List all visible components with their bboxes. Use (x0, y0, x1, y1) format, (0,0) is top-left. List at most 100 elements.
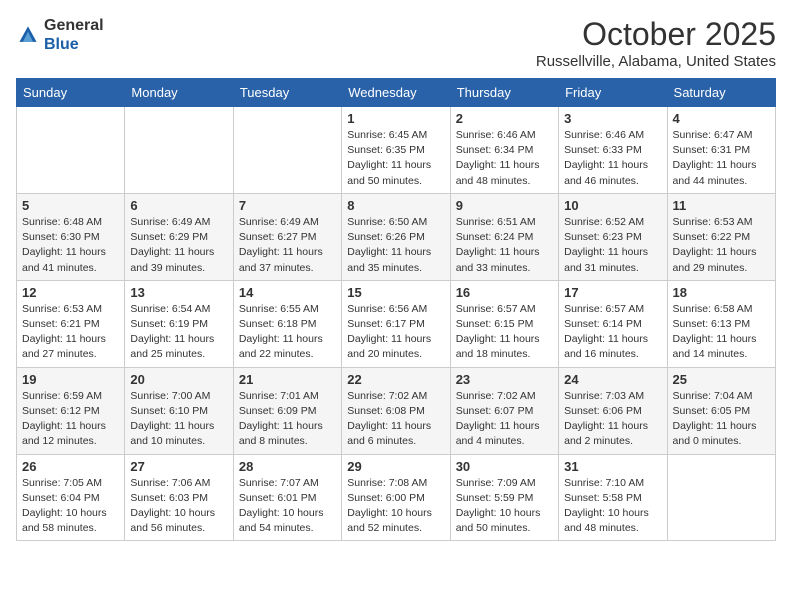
day-number: 23 (456, 372, 553, 387)
day-cell: 7 Sunrise: 6:49 AMSunset: 6:27 PMDaylight… (233, 193, 341, 280)
day-cell: 24Sunrise: 7:03 AMSunset: 6:06 PMDayligh… (559, 367, 667, 454)
day-cell: 13Sunrise: 6:54 AMSunset: 6:19 PMDayligh… (125, 280, 233, 367)
week-row-3: 12Sunrise: 6:53 AMSunset: 6:21 PMDayligh… (17, 280, 776, 367)
week-row-2: 5Sunrise: 6:48 AMSunset: 6:30 PMDaylight… (17, 193, 776, 280)
day-cell: 23 Sunrise: 7:02 AMSunset: 6:07 PMDayligh… (450, 367, 558, 454)
weekday-header-row: SundayMondayTuesdayWednesdayThursdayFrid… (17, 79, 776, 107)
day-number: 31 (564, 459, 661, 474)
weekday-header-saturday: Saturday (667, 79, 775, 107)
day-number: 8 (347, 198, 444, 213)
weekday-header-monday: Monday (125, 79, 233, 107)
day-number: 25 (673, 372, 770, 387)
day-cell: 6 Sunrise: 6:49 AMSunset: 6:29 PMDaylight… (125, 193, 233, 280)
day-info: Sunrise: 6:50 AMSunset: 6:26 PMDaylight:… (347, 215, 444, 276)
day-number: 16 (456, 285, 553, 300)
day-info: Sunrise: 7:10 AMSunset: 5:58 PMDaylight:… (564, 476, 661, 537)
day-info: Sunrise: 7:02 AMSunset: 6:08 PMDaylight:… (347, 389, 444, 450)
day-info: Sunrise: 6:58 AMSunset: 6:13 PMDaylight:… (673, 302, 770, 363)
day-info: Sunrise: 7:07 AMSunset: 6:01 PMDaylight:… (239, 476, 336, 537)
day-info: Sunrise: 6:48 AMSunset: 6:30 PMDaylight:… (22, 215, 119, 276)
day-cell: 16 Sunrise: 6:57 AMSunset: 6:15 PMDayligh… (450, 280, 558, 367)
logo-text: General Blue (44, 16, 104, 54)
day-cell: 10Sunrise: 6:52 AMSunset: 6:23 PMDayligh… (559, 193, 667, 280)
day-cell (125, 107, 233, 194)
day-number: 7 (239, 198, 336, 213)
day-number: 11 (673, 198, 770, 213)
weekday-header-thursday: Thursday (450, 79, 558, 107)
day-cell (667, 454, 775, 541)
day-number: 13 (130, 285, 227, 300)
day-cell: 2Sunrise: 6:46 AMSunset: 6:34 PMDaylight… (450, 107, 558, 194)
day-number: 19 (22, 372, 119, 387)
day-info: Sunrise: 6:49 AMSunset: 6:27 PMDaylight:… (239, 215, 336, 276)
week-row-4: 19 Sunrise: 6:59 AMSunset: 6:12 PMDayligh… (17, 367, 776, 454)
day-cell: 28Sunrise: 7:07 AMSunset: 6:01 PMDayligh… (233, 454, 341, 541)
title-section: October 2025 Russellville, Alabama, Unit… (536, 16, 776, 70)
day-info: Sunrise: 6:59 AMSunset: 6:12 PMDaylight:… (22, 389, 119, 450)
calendar-table: SundayMondayTuesdayWednesdayThursdayFrid… (16, 78, 776, 541)
weekday-header-friday: Friday (559, 79, 667, 107)
day-cell: 22 Sunrise: 7:02 AMSunset: 6:08 PMDayligh… (342, 367, 450, 454)
day-info: Sunrise: 6:57 AMSunset: 6:15 PMDaylight:… (456, 302, 553, 363)
day-info: Sunrise: 6:57 AMSunset: 6:14 PMDaylight:… (564, 302, 661, 363)
day-info: Sunrise: 7:08 AMSunset: 6:00 PMDaylight:… (347, 476, 444, 537)
day-number: 9 (456, 198, 553, 213)
day-cell: 29 Sunrise: 7:08 AMSunset: 6:00 PMDayligh… (342, 454, 450, 541)
day-info: Sunrise: 6:46 AMSunset: 6:33 PMDaylight:… (564, 128, 661, 189)
day-info: Sunrise: 7:01 AMSunset: 6:09 PMDaylight:… (239, 389, 336, 450)
day-cell: 5Sunrise: 6:48 AMSunset: 6:30 PMDaylight… (17, 193, 125, 280)
day-cell (17, 107, 125, 194)
day-cell: 8 Sunrise: 6:50 AMSunset: 6:26 PMDaylight… (342, 193, 450, 280)
day-number: 12 (22, 285, 119, 300)
day-cell: 12Sunrise: 6:53 AMSunset: 6:21 PMDayligh… (17, 280, 125, 367)
day-cell: 9 Sunrise: 6:51 AMSunset: 6:24 PMDaylight… (450, 193, 558, 280)
day-number: 10 (564, 198, 661, 213)
day-cell (233, 107, 341, 194)
day-info: Sunrise: 6:47 AMSunset: 6:31 PMDaylight:… (673, 128, 770, 189)
day-number: 6 (130, 198, 227, 213)
day-number: 17 (564, 285, 661, 300)
day-cell: 1Sunrise: 6:45 AMSunset: 6:35 PMDaylight… (342, 107, 450, 194)
day-cell: 18 Sunrise: 6:58 AMSunset: 6:13 PMDayligh… (667, 280, 775, 367)
week-row-5: 26 Sunrise: 7:05 AMSunset: 6:04 PMDayligh… (17, 454, 776, 541)
day-cell: 14Sunrise: 6:55 AMSunset: 6:18 PMDayligh… (233, 280, 341, 367)
day-info: Sunrise: 7:09 AMSunset: 5:59 PMDaylight:… (456, 476, 553, 537)
day-cell: 26 Sunrise: 7:05 AMSunset: 6:04 PMDayligh… (17, 454, 125, 541)
day-cell: 19 Sunrise: 6:59 AMSunset: 6:12 PMDayligh… (17, 367, 125, 454)
day-info: Sunrise: 7:00 AMSunset: 6:10 PMDaylight:… (130, 389, 227, 450)
day-cell: 25 Sunrise: 7:04 AMSunset: 6:05 PMDayligh… (667, 367, 775, 454)
week-row-1: 1Sunrise: 6:45 AMSunset: 6:35 PMDaylight… (17, 107, 776, 194)
day-info: Sunrise: 6:49 AMSunset: 6:29 PMDaylight:… (130, 215, 227, 276)
weekday-header-sunday: Sunday (17, 79, 125, 107)
day-cell: 3Sunrise: 6:46 AMSunset: 6:33 PMDaylight… (559, 107, 667, 194)
day-info: Sunrise: 7:05 AMSunset: 6:04 PMDaylight:… (22, 476, 119, 537)
day-cell: 11 Sunrise: 6:53 AMSunset: 6:22 PMDayligh… (667, 193, 775, 280)
day-info: Sunrise: 6:46 AMSunset: 6:34 PMDaylight:… (456, 128, 553, 189)
day-number: 22 (347, 372, 444, 387)
day-number: 14 (239, 285, 336, 300)
day-info: Sunrise: 7:06 AMSunset: 6:03 PMDaylight:… (130, 476, 227, 537)
day-cell: 17 Sunrise: 6:57 AMSunset: 6:14 PMDayligh… (559, 280, 667, 367)
day-cell: 20 Sunrise: 7:00 AMSunset: 6:10 PMDayligh… (125, 367, 233, 454)
day-cell: 21Sunrise: 7:01 AMSunset: 6:09 PMDayligh… (233, 367, 341, 454)
day-info: Sunrise: 7:04 AMSunset: 6:05 PMDaylight:… (673, 389, 770, 450)
day-info: Sunrise: 6:51 AMSunset: 6:24 PMDaylight:… (456, 215, 553, 276)
day-number: 26 (22, 459, 119, 474)
day-cell: 30Sunrise: 7:09 AMSunset: 5:59 PMDayligh… (450, 454, 558, 541)
day-cell: 31 Sunrise: 7:10 AMSunset: 5:58 PMDayligh… (559, 454, 667, 541)
day-number: 18 (673, 285, 770, 300)
calendar-title: October 2025 (536, 16, 776, 53)
day-info: Sunrise: 6:53 AMSunset: 6:22 PMDaylight:… (673, 215, 770, 276)
day-info: Sunrise: 7:02 AMSunset: 6:07 PMDaylight:… (456, 389, 553, 450)
day-number: 20 (130, 372, 227, 387)
day-number: 29 (347, 459, 444, 474)
weekday-header-tuesday: Tuesday (233, 79, 341, 107)
day-info: Sunrise: 6:56 AMSunset: 6:17 PMDaylight:… (347, 302, 444, 363)
logo-icon (16, 23, 40, 47)
day-cell: 15Sunrise: 6:56 AMSunset: 6:17 PMDayligh… (342, 280, 450, 367)
day-cell: 27Sunrise: 7:06 AMSunset: 6:03 PMDayligh… (125, 454, 233, 541)
day-number: 4 (673, 111, 770, 126)
weekday-header-wednesday: Wednesday (342, 79, 450, 107)
day-number: 24 (564, 372, 661, 387)
logo: General Blue (16, 16, 104, 54)
